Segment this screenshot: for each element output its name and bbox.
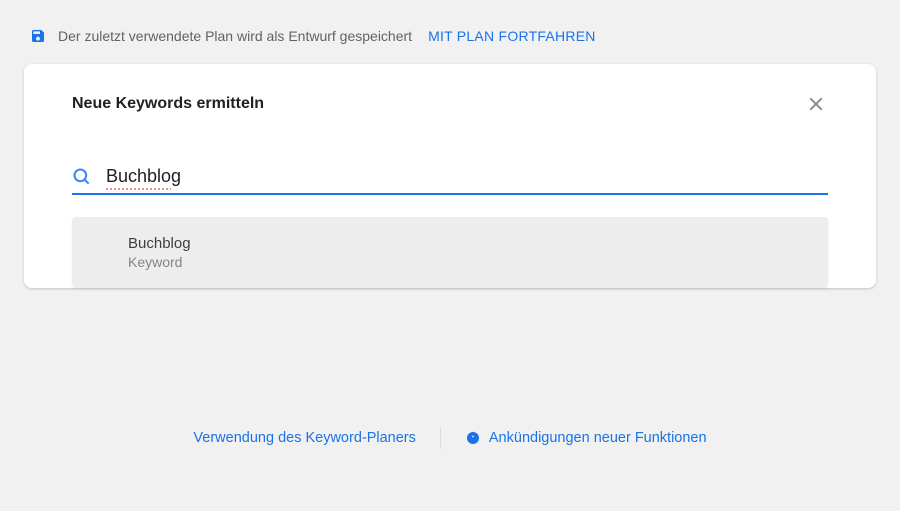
footer-links: Verwendung des Keyword-Planers Ankündigu… (0, 427, 900, 449)
keyword-search-input[interactable] (106, 166, 828, 187)
banner-message: Der zuletzt verwendete Plan wird als Ent… (58, 28, 412, 44)
announcement-icon (465, 430, 481, 446)
search-field-wrapper[interactable] (72, 166, 828, 195)
modal-title: Neue Keywords ermitteln (72, 95, 264, 113)
spellcheck-underline (106, 188, 171, 190)
announcements-link[interactable]: Ankündigungen neuer Funktionen (441, 430, 731, 446)
keyword-modal: Neue Keywords ermitteln Buchblog Keyword (24, 64, 876, 288)
keyword-planner-usage-link[interactable]: Verwendung des Keyword-Planers (169, 430, 439, 446)
suggestion-title: Buchblog (128, 235, 808, 252)
suggestion-subtitle: Keyword (128, 254, 808, 270)
close-icon (805, 93, 827, 115)
continue-plan-link[interactable]: MIT PLAN FORTFAHREN (428, 28, 596, 44)
search-area (24, 136, 876, 203)
suggestion-item[interactable]: Buchblog Keyword (72, 217, 828, 288)
top-banner: Der zuletzt verwendete Plan wird als Ent… (0, 0, 900, 64)
save-icon (30, 28, 46, 44)
search-icon (72, 167, 92, 187)
footer-usage-label: Verwendung des Keyword-Planers (193, 430, 415, 446)
modal-header: Neue Keywords ermitteln (24, 64, 876, 136)
footer-announcements-label: Ankündigungen neuer Funktionen (489, 430, 707, 446)
close-button[interactable] (804, 92, 828, 116)
